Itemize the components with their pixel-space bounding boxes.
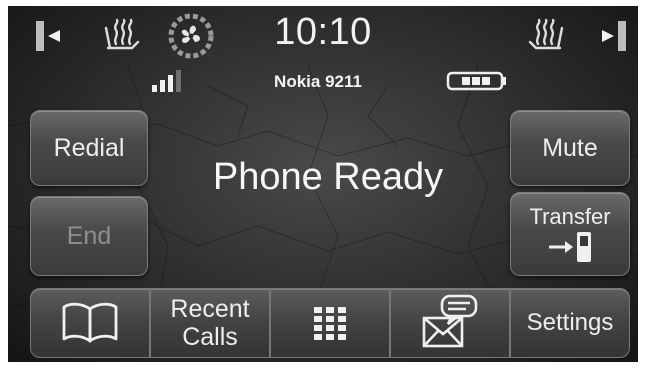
keypad-button[interactable] bbox=[270, 288, 390, 358]
phone-status-row: Nokia 9211 bbox=[8, 68, 638, 98]
phone-screen: 10:10 Nokia 9211 Redial End Phone Ready … bbox=[8, 6, 638, 362]
right-arrow-icon bbox=[602, 21, 626, 51]
battery-icon bbox=[446, 71, 506, 91]
recent-calls-label: Recent Calls bbox=[170, 295, 249, 351]
bottom-menu-bar: Recent Calls Settings bbox=[30, 288, 630, 358]
transfer-button[interactable]: Transfer bbox=[510, 192, 630, 276]
phone-status-text: Phone Ready bbox=[212, 156, 444, 198]
settings-button[interactable]: Settings bbox=[510, 288, 630, 358]
signal-strength-icon bbox=[152, 70, 181, 92]
top-status-bar: 10:10 bbox=[8, 6, 638, 66]
clock: 10:10 bbox=[274, 11, 372, 53]
phonebook-button[interactable] bbox=[30, 288, 150, 358]
mute-button[interactable]: Mute bbox=[510, 110, 630, 186]
transfer-label: Transfer bbox=[529, 204, 611, 229]
transfer-to-phone-icon bbox=[549, 232, 591, 262]
left-arrow-icon bbox=[36, 21, 60, 51]
recent-calls-line1: Recent bbox=[170, 295, 250, 323]
climate-fan-icon[interactable] bbox=[166, 12, 216, 60]
messaging-icon bbox=[422, 294, 478, 348]
recent-calls-line2: Calls bbox=[182, 323, 238, 351]
device-name: Nokia 9211 bbox=[274, 72, 362, 91]
keypad-icon bbox=[314, 307, 346, 340]
recent-calls-button[interactable]: Recent Calls bbox=[150, 288, 270, 358]
messaging-button[interactable] bbox=[390, 288, 510, 358]
phonebook-icon bbox=[62, 302, 118, 343]
right-arrow-button[interactable] bbox=[596, 16, 632, 56]
settings-label: Settings bbox=[526, 309, 614, 336]
end-button[interactable]: End bbox=[30, 196, 148, 276]
heated-seat-left-icon[interactable] bbox=[102, 18, 142, 52]
heated-seat-right-icon[interactable] bbox=[526, 18, 566, 52]
redial-button[interactable]: Redial bbox=[30, 110, 148, 186]
left-arrow-button[interactable] bbox=[30, 16, 66, 56]
